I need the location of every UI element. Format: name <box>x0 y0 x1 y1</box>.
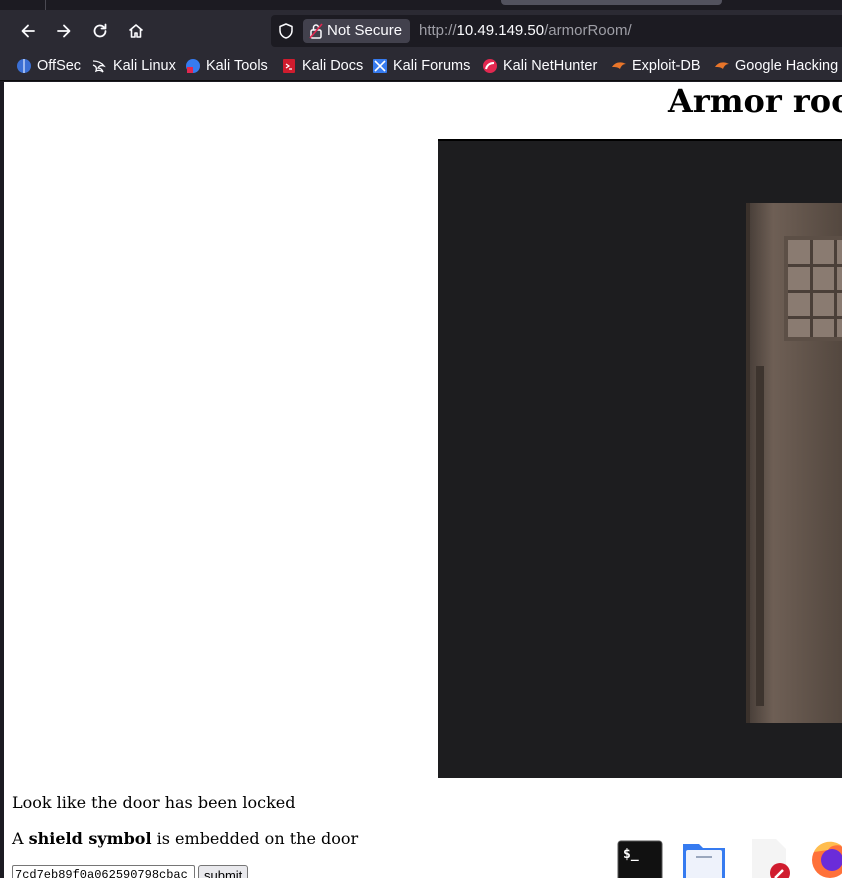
back-button[interactable] <box>13 16 43 46</box>
bookmark-kali-forums[interactable]: Kali Forums <box>372 56 470 76</box>
answer-input[interactable] <box>12 865 195 878</box>
answer-form: submit <box>12 865 249 878</box>
insecure-lock-icon <box>309 23 323 39</box>
navigation-toolbar: Not Secure http://10.49.149.50/armorRoom… <box>0 10 842 52</box>
back-arrow-icon <box>21 24 35 38</box>
exploit-db-icon <box>612 62 626 69</box>
bookmark-label: OffSec <box>37 58 82 74</box>
bookmark-exploit-db[interactable]: Exploit-DB <box>611 56 701 76</box>
bookmark-kali-docs[interactable]: Kali Docs <box>281 56 363 76</box>
home-icon <box>128 24 144 38</box>
address-bar[interactable]: Not Secure http://10.49.149.50/armorRoom… <box>271 15 842 47</box>
url-host: 10.49.149.50 <box>456 22 545 39</box>
home-button[interactable] <box>121 16 151 46</box>
page-title: Armor room <box>668 82 842 120</box>
page-viewport: Armor room Look like the door has been l… <box>4 82 842 878</box>
bookmark-offsec[interactable]: OffSec <box>16 56 81 76</box>
reload-button[interactable] <box>85 16 115 46</box>
door-image <box>438 139 842 778</box>
hint-bold: shield symbol <box>28 829 152 848</box>
shield-hint-message: A shield symbol is embedded on the door <box>12 829 358 848</box>
reload-icon <box>93 23 107 38</box>
url-text[interactable]: http://10.49.149.50/armorRoom/ <box>419 15 632 47</box>
terminal-icon: $_ <box>617 840 663 878</box>
dock-terminal[interactable]: $_ <box>617 840 663 878</box>
bookmark-label: Kali Docs <box>302 58 364 74</box>
bookmark-label: Kali Forums <box>393 58 471 74</box>
url-scheme: http:// <box>419 22 457 39</box>
offsec-icon <box>17 59 31 73</box>
kali-dragon-icon <box>92 60 106 73</box>
forward-arrow-icon <box>57 24 71 38</box>
door-window <box>784 236 842 341</box>
not-secure-badge[interactable]: Not Secure <box>303 19 411 43</box>
tracking-protection-shield-icon[interactable] <box>277 22 295 40</box>
bookmark-label: Kali Linux <box>113 58 176 74</box>
kali-tools-icon <box>186 59 200 73</box>
submit-button[interactable]: submit <box>198 865 249 878</box>
bookmark-label: Google Hacking DB <box>735 58 842 74</box>
bookmark-label: Kali NetHunter <box>503 58 598 74</box>
active-tab[interactable] <box>501 0 722 5</box>
text-editor-icon <box>752 839 790 878</box>
file-manager-icon <box>683 844 725 878</box>
bookmark-google-hacking-db[interactable]: Google Hacking DB <box>714 56 842 76</box>
dock-file-manager[interactable] <box>681 838 727 878</box>
ghdb-icon <box>715 62 729 69</box>
bookmarks-toolbar: OffSec Kali Linux Kali Tools Kali Docs K… <box>0 52 842 81</box>
firefox-icon <box>812 841 842 878</box>
door-panel <box>756 366 764 706</box>
bookmark-kali-tools[interactable]: Kali Tools <box>185 56 268 76</box>
tab-separator <box>45 0 46 10</box>
svg-text:$_: $_ <box>623 847 639 862</box>
security-label: Not Secure <box>327 22 403 39</box>
kali-forums-icon <box>373 59 387 73</box>
hint-suffix: is embedded on the door <box>151 829 359 848</box>
dock-firefox[interactable] <box>808 838 842 878</box>
nethunter-icon <box>483 59 497 73</box>
locked-message: Look like the door has been locked <box>12 793 296 812</box>
url-path: /armorRoom/ <box>544 22 632 39</box>
bookmark-kali-nethunter[interactable]: Kali NetHunter <box>482 56 597 76</box>
bookmark-kali-linux[interactable]: Kali Linux <box>92 56 176 76</box>
dock-text-editor[interactable] <box>748 838 794 878</box>
bookmark-label: Exploit-DB <box>632 58 701 74</box>
tab-strip <box>0 0 842 10</box>
bookmark-label: Kali Tools <box>206 58 268 74</box>
kali-docs-icon <box>283 59 295 73</box>
hint-prefix: A <box>12 829 29 848</box>
forward-button[interactable] <box>49 16 79 46</box>
